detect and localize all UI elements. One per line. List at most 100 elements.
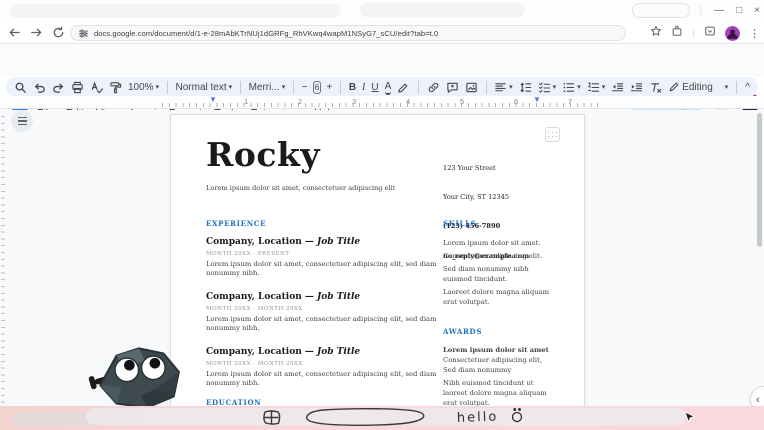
profile-avatar[interactable] [725, 26, 740, 41]
insert-link-button[interactable] [427, 79, 440, 95]
vertical-ruler [1, 116, 5, 406]
back-icon[interactable] [6, 25, 22, 41]
browser-menu-icon[interactable]: ⋮ [749, 27, 760, 40]
blurred-tab [360, 3, 525, 17]
browser-window: | — □ × docs.google.com/document/d/1-e-2… [0, 0, 764, 430]
increase-indent-button[interactable] [630, 79, 643, 95]
blurred-pill [632, 3, 690, 18]
clear-formatting-button[interactable] [649, 79, 662, 95]
ruler-number: 5 [460, 97, 464, 106]
ruler-number: 3 [352, 97, 356, 106]
skill-item: Consectetuer adipiscing elit. [443, 251, 542, 261]
close-button[interactable]: × [754, 5, 760, 16]
font-size-increase-button[interactable]: + [327, 79, 333, 95]
bold-button[interactable]: B [349, 79, 356, 95]
awards-text: Consectetuer adipiscing elit, Sed diam n… [443, 355, 542, 375]
doodle-smiley-icon [513, 409, 522, 422]
drag-grid-icon[interactable] [545, 127, 560, 142]
resume-tagline: Lorem ipsum dolor sit amet, consectetuer… [206, 184, 395, 192]
bookmark-star-icon[interactable] [650, 24, 662, 42]
document-page[interactable]: Rocky Lorem ipsum dolor sit amet, consec… [170, 114, 585, 430]
forward-icon[interactable] [28, 25, 44, 41]
awards-lead: Lorem ipsum dolor sit amet [443, 345, 549, 355]
minimize-button[interactable]: — [714, 5, 724, 16]
spellcheck-button[interactable] [90, 79, 103, 95]
resume-name: Rocky [206, 135, 320, 174]
right-indent-marker[interactable]: ▼ [533, 96, 541, 104]
doodle-hello-text: hello [457, 410, 499, 426]
align-button[interactable]: ▾ [494, 79, 513, 95]
chevron-down-icon: ▾ [156, 83, 160, 91]
underline-button[interactable]: U [371, 79, 378, 95]
divider: | [692, 28, 695, 39]
font-size-decrease-button[interactable]: − [302, 79, 308, 95]
insert-image-button[interactable] [465, 79, 478, 95]
experience-entry-title: Company, Location — Job Title [206, 347, 360, 357]
bulleted-list-button[interactable]: ▾ [562, 79, 581, 95]
search-menus-icon[interactable] [14, 79, 27, 95]
experience-entry-title: Company, Location — Job Title [206, 237, 360, 247]
text-color-button[interactable]: A [385, 79, 392, 95]
styles-select[interactable]: Normal text ▾ [176, 79, 233, 95]
browser-toolbar: docs.google.com/document/d/1-e-28mAbKTrN… [0, 22, 764, 44]
refresh-icon[interactable] [50, 25, 66, 41]
line-spacing-button[interactable] [519, 79, 532, 95]
italic-button[interactable]: I [362, 79, 365, 95]
chevron-left-icon: ‹ [756, 394, 760, 406]
highlight-button[interactable] [397, 79, 410, 95]
decrease-indent-button[interactable] [611, 79, 624, 95]
url-text: docs.google.com/document/d/1-e-28mAbKTrN… [94, 29, 438, 38]
skill-item: Lorem ipsum dolor sit amet. [443, 238, 541, 248]
paint-format-button[interactable] [109, 79, 122, 95]
site-settings-icon[interactable] [78, 28, 89, 39]
chevron-down-icon: ▾ [553, 83, 557, 91]
desktop-doodle-strip: hello [0, 406, 764, 430]
collapse-toolbar-icon[interactable]: ^ [745, 79, 750, 95]
print-button[interactable] [71, 79, 84, 95]
experience-entry-body: Lorem ipsum dolor sit amet, consectetuer… [206, 370, 437, 389]
experience-entry-dates: MONTH 20XX - PRESENT [206, 251, 289, 257]
experience-heading: EXPERIENCE [206, 219, 266, 228]
experience-entry-body: Lorem ipsum dolor sit amet, consectetuer… [206, 260, 437, 279]
extensions-icon[interactable] [671, 24, 683, 42]
contact-city: Your City, ST 12345 [443, 193, 529, 203]
url-bar[interactable]: docs.google.com/document/d/1-e-28mAbKTrN… [70, 25, 626, 41]
numbered-list-button[interactable]: ▾ [587, 79, 606, 95]
font-select[interactable]: Merri... ▾ [249, 79, 286, 95]
pencil-icon [668, 81, 680, 93]
doodle-window-cross [264, 411, 278, 424]
editing-mode-select[interactable]: Editing ▾ [668, 79, 728, 95]
blurred-tab [10, 4, 340, 18]
blurred-blob [10, 412, 94, 426]
checklist-button[interactable]: ▾ [538, 79, 557, 95]
font-size-field[interactable]: 6 [313, 81, 320, 94]
doodles: hello [255, 405, 555, 430]
chevron-down-icon: ▾ [282, 83, 286, 91]
chevron-down-icon: ▾ [229, 83, 233, 91]
undo-button[interactable] [33, 79, 46, 95]
experience-entry-title: Company, Location — Job Title [206, 292, 360, 302]
doodle-oval [307, 409, 424, 426]
skills-heading: SKILLS [443, 219, 477, 228]
ruler-number: 7 [568, 97, 572, 106]
mouse-cursor [684, 411, 696, 429]
scrollbar-thumb[interactable] [757, 113, 762, 247]
maximize-button[interactable]: □ [736, 5, 742, 16]
tab-strip: | — □ × [0, 0, 764, 22]
ruler-number: 4 [406, 97, 410, 106]
ruler-number: 1 [244, 97, 248, 106]
redo-button[interactable] [52, 79, 65, 95]
add-comment-button[interactable] [446, 79, 459, 95]
chevron-down-icon: ▾ [602, 83, 606, 91]
experience-entry-body: Lorem ipsum dolor sit amet, consectetuer… [206, 315, 437, 334]
zoom-select[interactable]: 100% ▾ [128, 79, 159, 95]
docs-header: Resume ☆ File Edit View Insert Format To… [0, 44, 764, 76]
ruler-number: 2 [298, 97, 302, 106]
divider [736, 81, 737, 94]
contact-street: 123 Your Street [443, 164, 529, 174]
show-outline-button[interactable] [11, 110, 33, 132]
awards-heading: AWARDS [443, 327, 482, 336]
left-indent-marker[interactable]: ▼ [209, 96, 217, 104]
tab-search-icon[interactable] [704, 24, 716, 42]
horizontal-ruler: 1 2 3 4 5 6 7 ▼ ▼ [0, 96, 764, 109]
